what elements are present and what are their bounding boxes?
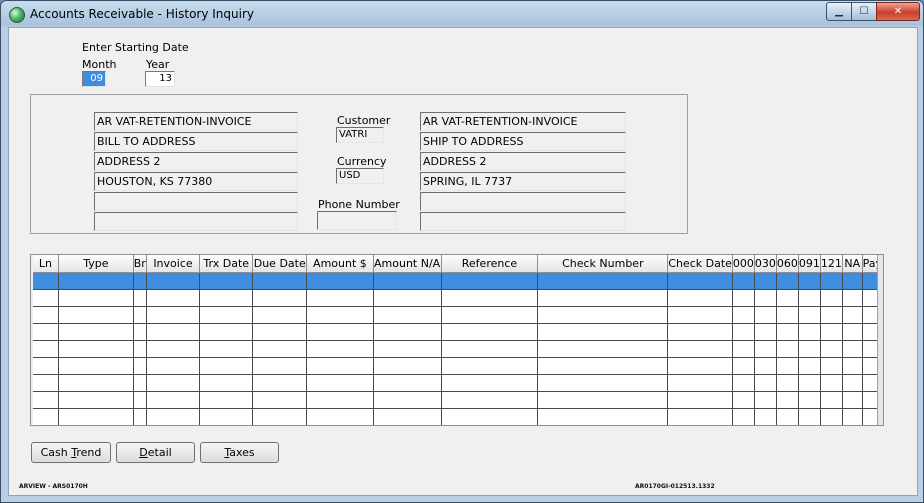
bill-to-line-6[interactable] bbox=[94, 212, 298, 231]
footer-right-version: AR0170GI-012513.1332 bbox=[635, 483, 715, 490]
cash-trend-button[interactable]: Cash Trend bbox=[31, 442, 111, 463]
column-header-due-date[interactable]: Due Date bbox=[252, 255, 308, 273]
history-grid[interactable]: Ln Type Br Invoice Trx Date Due Date Amo… bbox=[30, 254, 884, 426]
currency-label: Currency bbox=[337, 155, 387, 168]
column-header-030[interactable]: 030 bbox=[754, 255, 777, 273]
column-header-check-date[interactable]: Check Date bbox=[667, 255, 733, 273]
currency-field[interactable]: USD bbox=[336, 168, 384, 184]
address-group: AR VAT-RETENTION-INVOICE BILL TO ADDRESS… bbox=[30, 94, 688, 234]
customer-field[interactable]: VATRI bbox=[336, 127, 384, 143]
footer-left-program-id: ARVIEW - ARS0170H bbox=[19, 483, 88, 490]
column-header-reference[interactable]: Reference bbox=[441, 255, 539, 273]
bill-to-line-4[interactable]: HOUSTON, KS 77380 bbox=[94, 172, 298, 191]
table-row[interactable] bbox=[33, 289, 883, 307]
maximize-button[interactable]: ☐ bbox=[851, 2, 877, 21]
detail-button[interactable]: Detail bbox=[116, 442, 195, 463]
detail-accelerator: D bbox=[139, 446, 148, 459]
window-title: Accounts Receivable - History Inquiry bbox=[30, 7, 255, 21]
bill-to-line-1[interactable]: AR VAT-RETENTION-INVOICE bbox=[94, 112, 298, 131]
table-row[interactable] bbox=[33, 374, 883, 392]
bill-to-line-3[interactable]: ADDRESS 2 bbox=[94, 152, 298, 171]
application-window: Accounts Receivable - History Inquiry ▁ … bbox=[0, 0, 924, 503]
detail-label-post: etail bbox=[147, 446, 172, 459]
column-header-invoice[interactable]: Invoice bbox=[146, 255, 201, 273]
ship-to-line-4[interactable]: SPRING, IL 7737 bbox=[420, 172, 626, 191]
title-bar[interactable]: Accounts Receivable - History Inquiry ▁ … bbox=[1, 1, 923, 27]
phone-number-field[interactable] bbox=[317, 211, 397, 230]
ship-to-line-6[interactable] bbox=[420, 212, 626, 231]
ship-to-line-5[interactable] bbox=[420, 192, 626, 211]
ship-to-line-2[interactable]: SHIP TO ADDRESS bbox=[420, 132, 626, 151]
month-input[interactable]: 09 bbox=[82, 71, 106, 87]
starting-date-heading: Enter Starting Date bbox=[82, 41, 189, 54]
ship-to-line-3[interactable]: ADDRESS 2 bbox=[420, 152, 626, 171]
column-header-amount-na[interactable]: Amount N/A bbox=[373, 255, 442, 273]
cash-trend-label-post: rend bbox=[76, 446, 102, 459]
history-table: Ln Type Br Invoice Trx Date Due Date Amo… bbox=[33, 255, 883, 425]
table-row[interactable] bbox=[33, 408, 883, 425]
ship-to-line-1[interactable]: AR VAT-RETENTION-INVOICE bbox=[420, 112, 626, 131]
grid-header-row: Ln Type Br Invoice Trx Date Due Date Amo… bbox=[33, 255, 883, 273]
grid-body bbox=[33, 272, 883, 425]
cash-trend-label-pre: Cash bbox=[40, 446, 72, 459]
column-header-trx-date[interactable]: Trx Date bbox=[199, 255, 254, 273]
close-button[interactable]: ✕ bbox=[876, 2, 920, 21]
month-label: Month bbox=[82, 58, 117, 71]
minimize-icon: ▁ bbox=[835, 6, 843, 17]
bill-to-line-2[interactable]: BILL TO ADDRESS bbox=[94, 132, 298, 151]
column-header-type[interactable]: Type bbox=[58, 255, 134, 273]
table-row[interactable] bbox=[33, 306, 883, 324]
taxes-label-post: axes bbox=[229, 446, 255, 459]
column-header-check-number[interactable]: Check Number bbox=[537, 255, 669, 273]
close-icon: ✕ bbox=[893, 6, 903, 17]
customer-label: Customer bbox=[337, 114, 391, 127]
year-label: Year bbox=[146, 58, 170, 71]
taxes-button[interactable]: Taxes bbox=[200, 442, 279, 463]
minimize-button[interactable]: ▁ bbox=[826, 2, 852, 21]
table-row[interactable] bbox=[33, 272, 883, 290]
app-logo-icon[interactable] bbox=[9, 7, 25, 23]
client-area: Enter Starting Date Month 09 Year 13 AR … bbox=[8, 27, 918, 496]
table-row[interactable] bbox=[33, 357, 883, 375]
table-row[interactable] bbox=[33, 340, 883, 358]
table-row[interactable] bbox=[33, 391, 883, 409]
column-header-na[interactable]: NA bbox=[842, 255, 863, 273]
column-header-060[interactable]: 060 bbox=[776, 255, 799, 273]
column-header-br[interactable]: Br bbox=[133, 255, 147, 273]
year-input[interactable]: 13 bbox=[145, 71, 175, 87]
column-header-amount[interactable]: Amount $ bbox=[306, 255, 374, 273]
column-header-ln[interactable]: Ln bbox=[33, 255, 59, 273]
bill-to-line-5[interactable] bbox=[94, 192, 298, 211]
maximize-icon: ☐ bbox=[859, 6, 869, 17]
column-header-091[interactable]: 091 bbox=[798, 255, 821, 273]
table-row[interactable] bbox=[33, 323, 883, 341]
column-header-000[interactable]: 000 bbox=[732, 255, 755, 273]
grid-vertical-scrollbar[interactable] bbox=[877, 255, 883, 425]
column-header-121[interactable]: 121 bbox=[820, 255, 843, 273]
phone-number-label: Phone Number bbox=[318, 198, 400, 211]
